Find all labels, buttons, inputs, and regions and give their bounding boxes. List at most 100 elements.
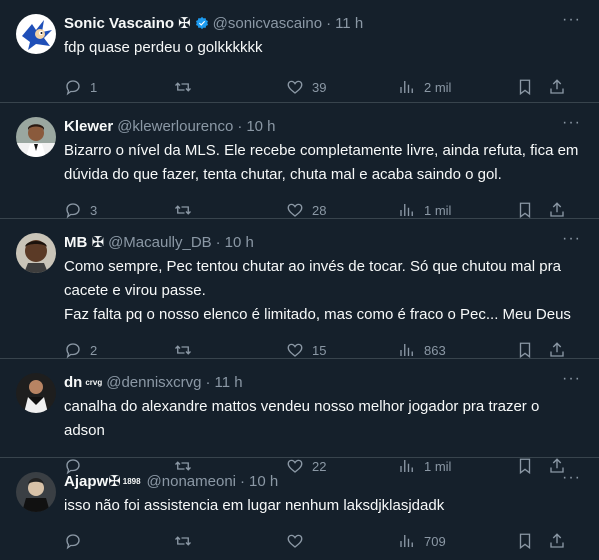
user-handle[interactable]: @dennisxcrvg xyxy=(106,374,201,391)
share-button[interactable] xyxy=(548,341,568,359)
display-name[interactable]: Klewer xyxy=(64,118,113,135)
views-count: 1 mil xyxy=(424,202,452,218)
like-button[interactable]: 39 xyxy=(286,78,398,96)
avatar[interactable] xyxy=(16,117,56,157)
separator-dot: · xyxy=(237,117,243,135)
retweet-icon xyxy=(175,205,191,215)
tweet-text: Bizarro o nível da MLS. Ele recebe compl… xyxy=(64,142,583,183)
bookmark-icon xyxy=(519,533,531,550)
share-icon xyxy=(550,533,564,548)
tweet[interactable]: ··· dn crvg @dennisxcrvg · 11 h canalha … xyxy=(0,359,599,475)
like-count: 28 xyxy=(312,202,327,218)
user-handle[interactable]: @sonicvascaino xyxy=(213,15,322,32)
bookmark-button[interactable] xyxy=(516,532,548,550)
tweet-timestamp[interactable]: 10 h xyxy=(246,118,275,135)
tweet-text: canalha do alexandre mattos vendeu nosso… xyxy=(64,398,544,439)
tweet-timestamp[interactable]: 10 h xyxy=(225,234,254,251)
like-icon xyxy=(287,80,303,94)
bookmark-button[interactable] xyxy=(516,341,548,359)
like-icon xyxy=(287,203,303,217)
separator-dot: · xyxy=(326,14,332,32)
like-button[interactable]: 28 xyxy=(286,201,398,219)
reply-count: 3 xyxy=(90,202,98,218)
share-button[interactable] xyxy=(548,201,568,219)
bookmark-icon xyxy=(519,202,531,219)
user-handle[interactable]: @Macaully_DB xyxy=(108,234,212,251)
tweet-timestamp[interactable]: 10 h xyxy=(249,473,278,490)
display-name[interactable]: dn xyxy=(64,374,82,391)
display-name[interactable]: Ajapw✠ xyxy=(64,472,121,490)
retweet-button[interactable] xyxy=(174,201,286,219)
avatar[interactable] xyxy=(16,233,56,273)
bookmark-icon xyxy=(519,79,531,96)
separator-dot: · xyxy=(215,233,221,251)
like-button[interactable] xyxy=(286,532,398,550)
views-icon xyxy=(400,81,413,93)
name-emoji: ✠ xyxy=(178,15,191,32)
more-icon[interactable]: ··· xyxy=(562,231,581,247)
user-handle[interactable]: @nonameoni xyxy=(147,473,236,490)
bookmark-button[interactable] xyxy=(516,78,548,96)
like-count: 15 xyxy=(312,342,327,358)
bookmark-button[interactable] xyxy=(516,201,548,219)
tweet[interactable]: ··· Ajapw✠ 1898 @nonameoni · 10 h isso n… xyxy=(0,458,599,550)
display-name[interactable]: Sonic Vascaino xyxy=(64,15,174,32)
reply-button[interactable]: 2 xyxy=(64,341,174,359)
avatar[interactable] xyxy=(16,14,56,54)
views-button[interactable]: 1 mil xyxy=(398,201,510,219)
share-icon xyxy=(550,342,564,357)
reply-button[interactable]: 3 xyxy=(64,201,174,219)
tweet[interactable]: ··· Klewer @klewerlourenco · 10 h Bizarr… xyxy=(0,103,599,219)
reply-icon xyxy=(66,343,80,359)
more-icon[interactable]: ··· xyxy=(562,12,581,28)
share-icon xyxy=(550,202,564,217)
retweet-button[interactable] xyxy=(174,78,286,96)
separator-dot: · xyxy=(205,373,211,391)
retweet-icon xyxy=(175,345,191,355)
views-icon xyxy=(400,204,413,216)
tweet-text: fdp quase perdeu o golkkkkkk xyxy=(64,39,263,56)
reply-button[interactable] xyxy=(64,532,174,550)
views-count: 2 mil xyxy=(424,79,452,95)
views-count: 863 xyxy=(424,342,446,358)
share-icon xyxy=(550,79,564,94)
reply-button[interactable]: 1 xyxy=(64,78,174,96)
tweet-timestamp[interactable]: 11 h xyxy=(335,15,363,32)
views-button[interactable]: 2 mil xyxy=(398,78,510,96)
avatar[interactable] xyxy=(16,373,56,413)
reply-count: 2 xyxy=(90,342,98,358)
tweet[interactable]: ··· Sonic Vascaino ✠ @sonicvascaino · 11… xyxy=(0,0,599,103)
name-superscript: crvg xyxy=(85,377,103,387)
views-count: 709 xyxy=(424,533,446,549)
share-button[interactable] xyxy=(548,532,568,550)
tweet-timestamp[interactable]: 11 h xyxy=(215,374,243,391)
timeline-feed: ··· Sonic Vascaino ✠ @sonicvascaino · 11… xyxy=(0,0,599,550)
more-icon[interactable]: ··· xyxy=(562,115,581,131)
tweet-text: isso não foi assistencia em lugar nenhum… xyxy=(64,497,445,514)
views-button[interactable]: 709 xyxy=(398,532,510,550)
name-superscript: 1898 xyxy=(122,476,141,486)
reply-icon xyxy=(66,534,80,550)
display-name[interactable]: MB ✠ xyxy=(64,233,104,251)
action-bar: 1 39 2 mil xyxy=(64,68,583,106)
share-button[interactable] xyxy=(548,78,568,96)
action-bar: 709 xyxy=(64,522,583,560)
reply-count: 1 xyxy=(90,79,98,95)
retweet-button[interactable] xyxy=(174,532,286,550)
like-icon xyxy=(287,534,303,548)
user-handle[interactable]: @klewerlourenco xyxy=(117,118,233,135)
reply-icon xyxy=(66,80,80,96)
verified-badge-icon xyxy=(195,16,208,30)
avatar[interactable] xyxy=(16,472,56,512)
tweet-text: Como sempre, Pec tentou chutar ao invés … xyxy=(64,258,571,323)
reply-icon xyxy=(66,203,80,219)
views-button[interactable]: 863 xyxy=(398,341,510,359)
tweet[interactable]: ··· MB ✠ @Macaully_DB · 10 h Como sempre… xyxy=(0,219,599,359)
more-icon[interactable]: ··· xyxy=(562,470,581,486)
views-icon xyxy=(400,344,413,356)
retweet-button[interactable] xyxy=(174,341,286,359)
like-button[interactable]: 15 xyxy=(286,341,398,359)
more-icon[interactable]: ··· xyxy=(562,371,581,387)
bookmark-icon xyxy=(519,342,531,359)
like-count: 39 xyxy=(312,79,327,95)
